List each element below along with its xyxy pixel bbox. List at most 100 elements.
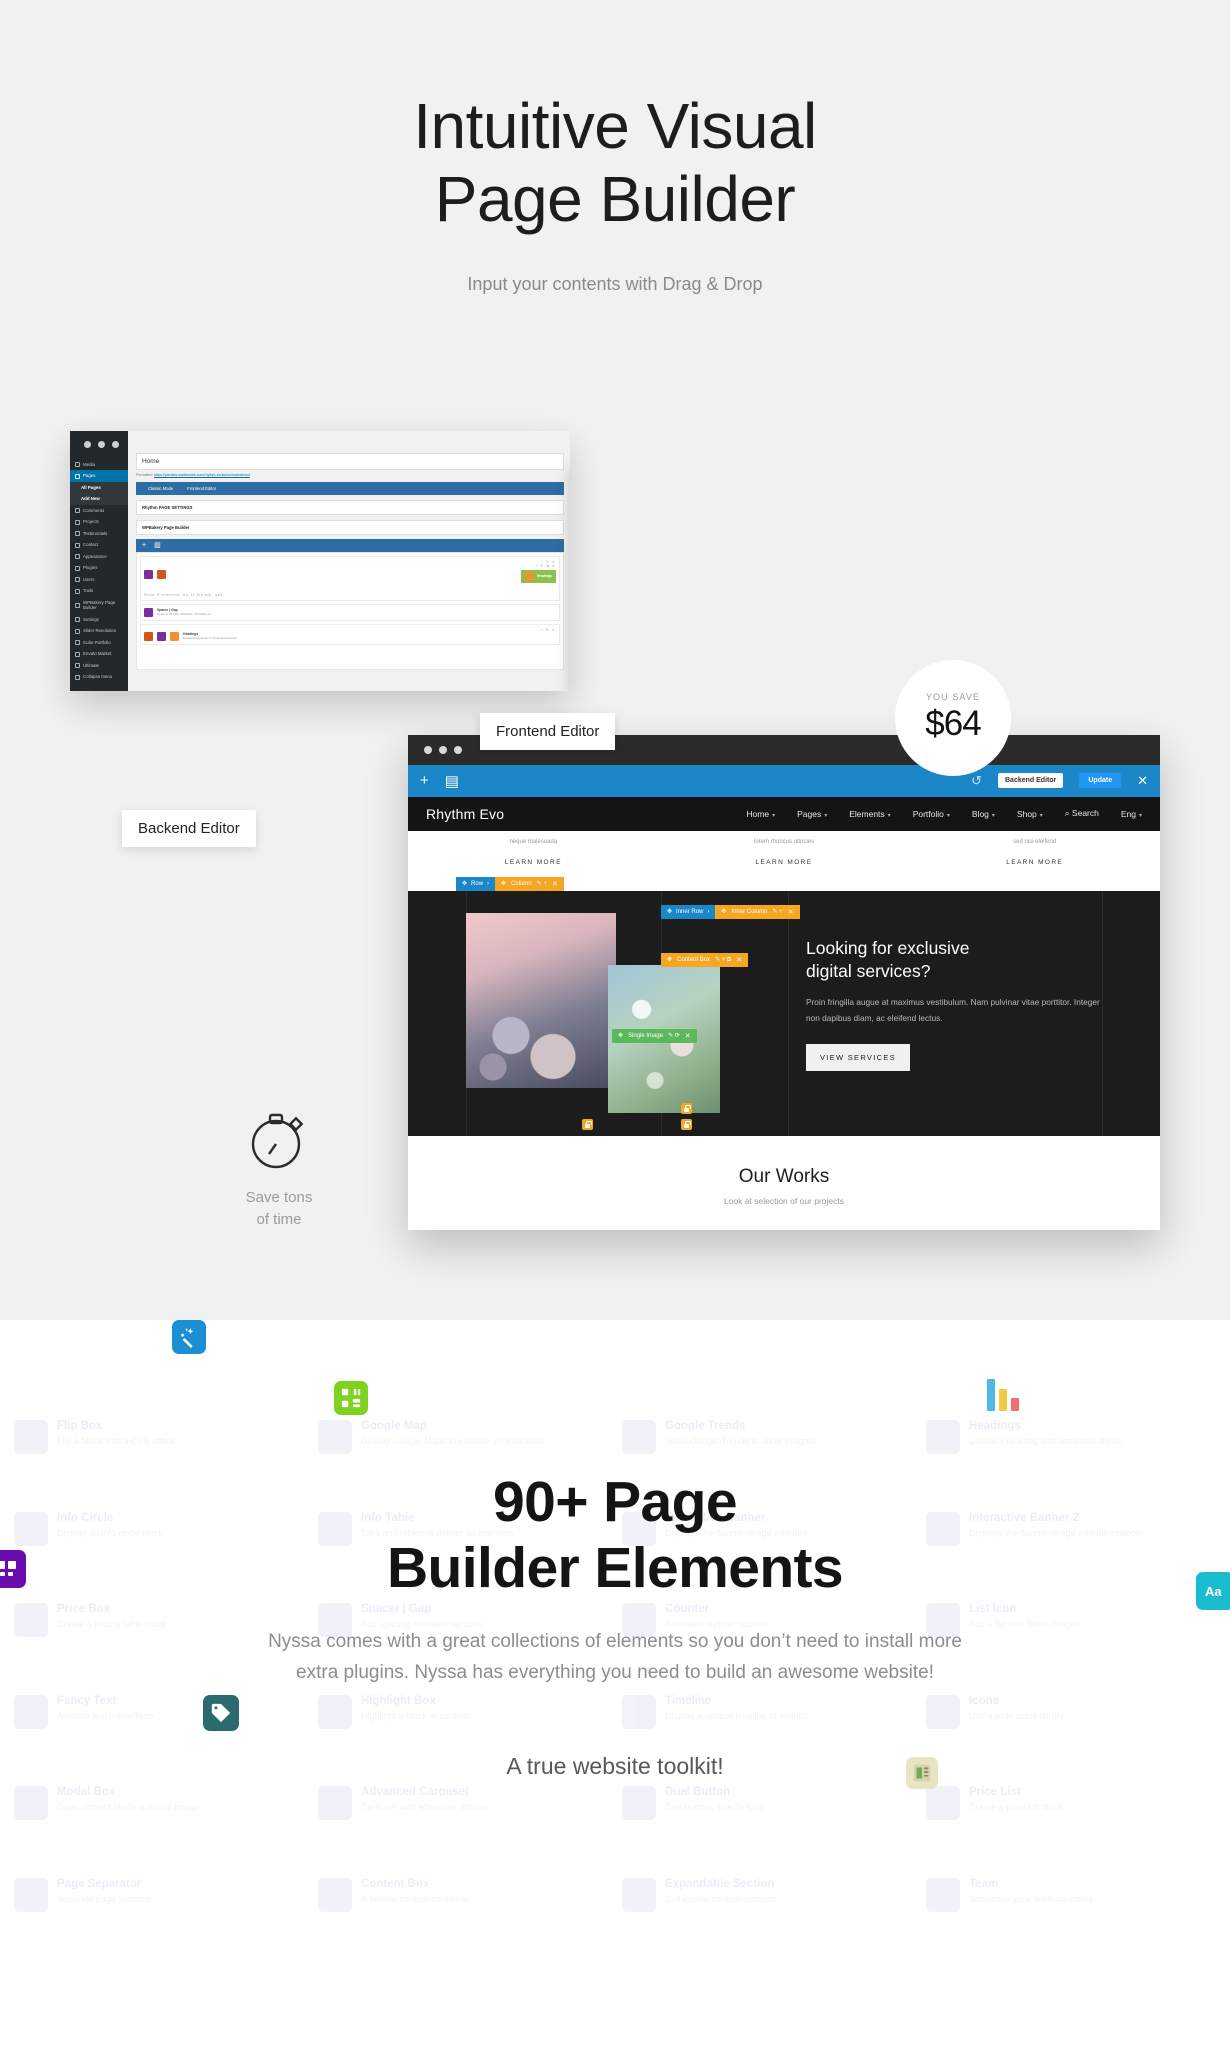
builder-row-spacer[interactable]: Spacer | Gap Desktop: 40 Tabs: 20 Mobile… (140, 603, 560, 621)
close-icon[interactable]: ✕ (1137, 773, 1148, 789)
tab-frontend-editor[interactable]: Frontend Editor (180, 482, 223, 495)
permalink-link[interactable]: https://preview.madhemes.com/rhythm-evol… (154, 473, 250, 477)
ghost-item: Icons Use a wide icons library (926, 1694, 1216, 1757)
sidebar-item-settings[interactable]: Settings (70, 614, 128, 626)
headings-element-icon[interactable] (170, 631, 179, 641)
tab-classic-mode[interactable]: Classic Mode (136, 482, 180, 495)
sidebar-item-comments[interactable]: Comments (70, 505, 128, 517)
lock-icon[interactable] (681, 1102, 692, 1114)
add-element-button[interactable]: + (142, 542, 146, 549)
menu-item-portfolio[interactable]: Portfolio ▾ (913, 809, 950, 819)
tag-icon[interactable] (203, 1695, 239, 1731)
undo-icon[interactable]: ↺ (971, 773, 982, 789)
update-button[interactable]: Update (1079, 773, 1122, 789)
qr-grid-icon[interactable] (334, 1381, 368, 1415)
view-services-button[interactable]: VIEW SERVICES (806, 1044, 910, 1072)
frontend-editor-label: Frontend Editor (480, 712, 616, 750)
builder-toolbar[interactable]: + ▥ (136, 538, 564, 552)
row-control[interactable]: ✥ Row › (456, 876, 496, 891)
headings-element-icon[interactable] (524, 571, 534, 581)
bar-chart-icon[interactable] (985, 1375, 1021, 1415)
content-box-controls[interactable]: ✥ Content Box ✎ + ⧉ ✕ (661, 952, 749, 967)
content-box-control[interactable]: ✥ Content Box ✎ + ⧉ ✕ (661, 952, 749, 967)
builder-row[interactable]: + ✎ ✕ + ✎ ⧉ ✕ Headings Hide Elements On … (140, 555, 560, 601)
ghost-icon (622, 1694, 656, 1729)
single-image-control[interactable]: ✥ Single Image ✎ ⟳ ✕ (612, 1028, 697, 1043)
sidebar-item-wpbakery[interactable]: WPBakery Page Builder (70, 597, 128, 614)
element-tile-icon[interactable] (144, 569, 153, 579)
element-tile-icon[interactable] (157, 569, 166, 579)
menu-item-pages[interactable]: Pages ▾ (797, 809, 827, 819)
site-menu[interactable]: Home ▾ Pages ▾ Elements ▾ Portfolio ▾ Blog ▾ … (746, 808, 1142, 819)
ghost-icon (622, 1786, 656, 1820)
ghost-icon (926, 1877, 960, 1912)
typography-aa-icon[interactable]: Aa (1196, 1572, 1230, 1610)
sidebar-item-envato-market[interactable]: Envato Market (70, 648, 128, 660)
menu-item-shop[interactable]: Shop ▾ (1017, 809, 1043, 819)
menu-item-home[interactable]: Home ▾ (746, 809, 775, 819)
single-image-controls[interactable]: ✥ Single Image ✎ ⟳ ✕ (612, 1028, 697, 1043)
sidebar-item-tools[interactable]: Tools (70, 585, 128, 597)
page-root: Intuitive Visual Page Builder Input your… (0, 0, 1230, 2051)
sidebar-item-pages[interactable]: Pages (70, 470, 128, 482)
sidebar-item-media[interactable]: Media (70, 459, 128, 471)
feature-label: Save tons of time (245, 1189, 313, 1228)
column-controls[interactable]: + ✎ ⧉ ✕ (144, 564, 556, 568)
ghost-item: Fancy Text Animate text with effects (14, 1694, 304, 1757)
layout-template-icon[interactable]: ▤ (445, 772, 459, 790)
sidebar-item-users[interactable]: Users (70, 574, 128, 586)
menu-item-blog[interactable]: Blog ▾ (972, 809, 995, 819)
backend-editor-button[interactable]: Backend Editor (998, 773, 1064, 789)
site-logo[interactable]: Rhythm Evo (426, 806, 504, 822)
sidebar-item-add-new[interactable]: Add New (70, 493, 128, 505)
sidebar-item-cube-portfolio[interactable]: Cube Portfolio (70, 637, 128, 649)
add-element-button[interactable]: + (420, 772, 429, 789)
frontend-editor-toolbar[interactable]: + ▤ ↺ Backend Editor Update ✕ (408, 764, 1160, 797)
ghost-icon (926, 1786, 960, 1820)
lock-icon[interactable] (681, 1118, 692, 1130)
layout-template-icon[interactable]: ▥ (154, 541, 161, 549)
search-button[interactable]: ⌕ Search (1065, 808, 1099, 819)
builder-canvas[interactable]: + ✎ ✕ + ✎ ⧉ ✕ Headings Hide Elements On … (136, 551, 564, 670)
sidebar-item-appearance[interactable]: Appearance (70, 551, 128, 563)
menu-item-elements[interactable]: Elements ▾ (849, 809, 890, 819)
ghost-icon (926, 1694, 960, 1729)
learn-more-link[interactable]: LEARN MORE (408, 859, 659, 866)
our-works-subtitle: Look at selection of our projects (723, 1195, 844, 1206)
learn-more-link[interactable]: LEARN MORE (909, 859, 1160, 866)
element-tile-icon[interactable] (144, 631, 153, 641)
features-strip: neque malesuada LEARN MORE lorem rhoncus… (408, 830, 1160, 891)
sidebar-item-collapse-menu[interactable]: Collapse menu (70, 671, 128, 683)
sidebar-item-slider-revolution[interactable]: Slider Revolution (70, 625, 128, 637)
lock-icon[interactable] (582, 1118, 593, 1130)
magic-cursor-icon[interactable] (172, 1320, 206, 1354)
element-tile-icon[interactable] (157, 631, 166, 641)
ghost-item: Modal Box Open content inside a modal pop… (14, 1786, 304, 1848)
learn-more-link[interactable]: LEARN MORE (659, 859, 910, 866)
inner-row-control[interactable]: ✥ Inner Row › (661, 904, 716, 919)
hide-elements-note: Hide Elements On It Delay: set (144, 592, 224, 597)
column-control[interactable]: ✥ Column ✎ + ✕ (495, 876, 564, 891)
promo-content: Looking for exclusive digital services? … (806, 937, 1106, 1072)
sidebar-item-all-pages[interactable]: All Pages (70, 481, 128, 494)
row-column-controls[interactable]: ✥ Row › ✥ Column ✎ + ✕ (456, 876, 564, 891)
inner-column-control[interactable]: ✥ Inner Column ✎ + ✕ (715, 904, 800, 919)
save-badge-label: YOU SAVE (925, 691, 981, 702)
wordpress-admin-sidebar[interactable]: Media Pages All Pages Add New Comments P… (70, 430, 128, 691)
language-selector[interactable]: Eng ▾ (1121, 809, 1142, 819)
sidebar-item-contact[interactable]: Contact (70, 539, 128, 551)
builder-row-headings[interactable]: + ✎ ✕ Headings Extraordinary design & de… (140, 623, 560, 645)
our-works-section: Our Works Look at selection of our proje… (408, 1135, 1160, 1230)
sidebar-item-projects[interactable]: Projects (70, 516, 128, 528)
page-title-input[interactable]: Home (136, 452, 564, 470)
spacer-element-icon[interactable] (144, 607, 153, 617)
editor-mode-tabs[interactable]: Classic Mode Frontend Editor (136, 481, 564, 495)
inner-row-controls[interactable]: ✥ Inner Row › ✥ Inner Column ✎ + ✕ (661, 904, 800, 919)
toolkit-tagline: A true website toolkit! (506, 1752, 724, 1779)
hero-title-line-2: Page Builder (434, 162, 796, 235)
sidebar-item-plugins[interactable]: Plugins (70, 562, 128, 574)
sidebar-item-testimonials[interactable]: Testimonials (70, 528, 128, 540)
sidebar-item-ultimate[interactable]: Ultimate (70, 660, 128, 672)
list-document-icon[interactable] (906, 1757, 938, 1789)
modal-box-icon[interactable] (0, 1550, 26, 1588)
